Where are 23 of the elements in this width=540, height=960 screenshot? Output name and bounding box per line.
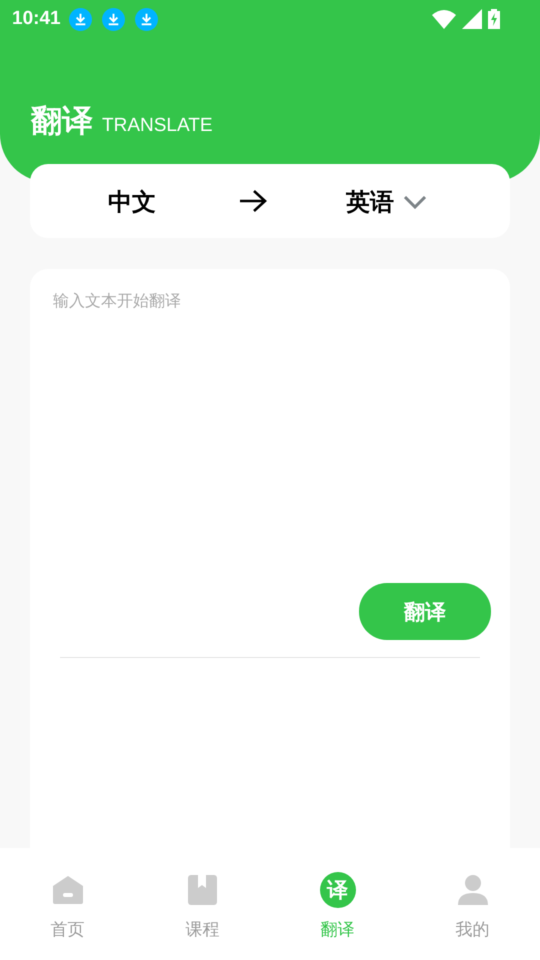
translate-button[interactable]: 翻译: [359, 583, 491, 640]
input-field[interactable]: 输入文本开始翻译: [53, 291, 487, 561]
signal-icon: [462, 9, 482, 29]
person-icon: [458, 875, 488, 905]
chevron-down-icon[interactable]: [404, 196, 426, 208]
download-icon: [134, 8, 158, 30]
download-icon: [102, 8, 125, 30]
download-icon: [68, 8, 92, 30]
bookmark-book-icon: [188, 875, 217, 905]
tab[interactable]: 课程: [135, 848, 270, 960]
page-subtitle: TRANSLATE: [102, 115, 213, 137]
battery-icon: [488, 9, 500, 29]
tab[interactable]: 首页: [0, 848, 135, 960]
tab[interactable]: 我的: [405, 848, 540, 960]
translate-icon: 译: [320, 872, 356, 908]
wifi-icon: [432, 9, 456, 29]
source-language[interactable]: 中文: [108, 186, 156, 218]
arrow-right-icon: [239, 189, 267, 213]
tab[interactable]: 译 翻译: [270, 848, 405, 960]
target-language[interactable]: 英语: [346, 186, 394, 218]
page-title: 翻译: [31, 102, 93, 141]
status-time: 10:41: [12, 8, 61, 30]
home-icon: [52, 876, 82, 904]
